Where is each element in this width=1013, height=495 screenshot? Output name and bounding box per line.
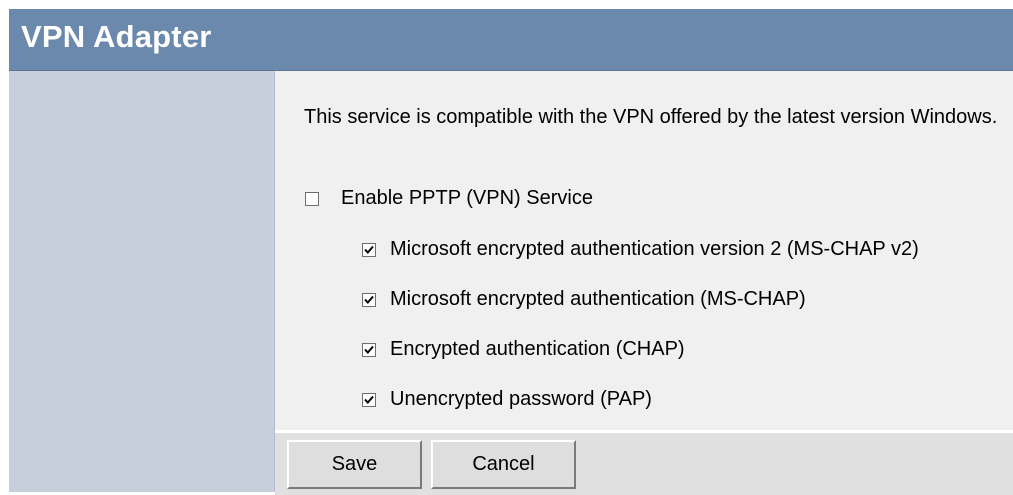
auth-option-pap[interactable]: Unencrypted password (PAP): [362, 388, 652, 411]
title-bar: VPN Adapter: [9, 9, 1013, 71]
auth-option-ms-chap[interactable]: Microsoft encrypted authentication (MS-C…: [362, 288, 806, 311]
page-title: VPN Adapter: [21, 19, 212, 54]
enable-pptp-checkbox[interactable]: [305, 191, 319, 206]
enable-pptp-label: Enable PPTP (VPN) Service: [341, 187, 593, 209]
left-sidebar: [9, 71, 275, 495]
ms-chap-checkbox[interactable]: [362, 292, 376, 307]
auth-option-chap[interactable]: Encrypted authentication (CHAP): [362, 338, 685, 361]
cancel-button[interactable]: Cancel: [431, 440, 576, 489]
service-description: This service is compatible with the VPN …: [304, 106, 998, 128]
auth-option-ms-chap-v2[interactable]: Microsoft encrypted authentication versi…: [362, 238, 919, 261]
enable-pptp-option[interactable]: Enable PPTP (VPN) Service: [305, 187, 593, 210]
ms-chap-v2-label: Microsoft encrypted authentication versi…: [390, 238, 919, 260]
save-button[interactable]: Save: [287, 440, 422, 489]
settings-content: This service is compatible with the VPN …: [275, 71, 1013, 430]
vpn-adapter-panel: VPN Adapter This service is compatible w…: [9, 9, 1013, 495]
chap-checkbox[interactable]: [362, 342, 376, 357]
pap-checkbox[interactable]: [362, 392, 376, 407]
button-bar: Save Cancel: [275, 433, 1013, 495]
ms-chap-v2-checkbox[interactable]: [362, 242, 376, 257]
pap-label: Unencrypted password (PAP): [390, 388, 652, 410]
chap-label: Encrypted authentication (CHAP): [390, 338, 685, 360]
ms-chap-label: Microsoft encrypted authentication (MS-C…: [390, 288, 806, 310]
